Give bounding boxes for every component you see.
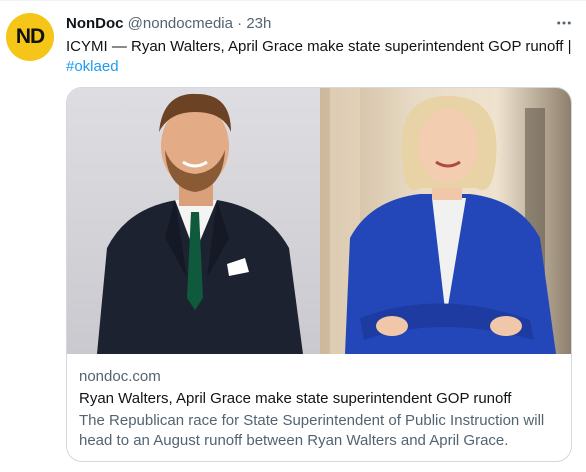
separator-dot: ·: [237, 15, 243, 32]
tweet-header: NonDoc @nondocmedia · 23h: [66, 14, 271, 34]
portrait-man: [97, 93, 303, 354]
card-domain: nondoc.com: [79, 368, 161, 385]
avatar-initials: ND: [15, 25, 45, 48]
tweet-text-body: ICYMI — Ryan Walters, April Grace make s…: [66, 38, 572, 55]
tweet-text: ICYMI — Ryan Walters, April Grace make s…: [66, 37, 578, 77]
tweet[interactable]: ND NonDoc @nondocmedia · 23h ICYMI — Rya…: [0, 0, 586, 472]
card-meta[interactable]: nondoc.com Ryan Walters, April Grace mak…: [79, 367, 561, 451]
avatar[interactable]: ND: [6, 13, 54, 61]
more-dots-glyph: [557, 21, 571, 25]
more-horizontal-icon[interactable]: [552, 11, 576, 35]
timestamp[interactable]: 23h: [246, 15, 271, 32]
photo-ryan-walters: [67, 88, 320, 354]
card-title: Ryan Walters, April Grace make state sup…: [79, 390, 512, 407]
handle[interactable]: @nondocmedia: [128, 15, 233, 32]
photo-april-grace: [320, 88, 571, 354]
card-image[interactable]: [67, 88, 571, 354]
link-card[interactable]: nondoc.com Ryan Walters, April Grace mak…: [66, 87, 572, 462]
display-name[interactable]: NonDoc: [66, 15, 124, 32]
card-description: The Republican race for State Superinten…: [79, 412, 545, 449]
portrait-woman: [330, 88, 556, 354]
hashtag-link[interactable]: #oklaed: [66, 58, 119, 75]
